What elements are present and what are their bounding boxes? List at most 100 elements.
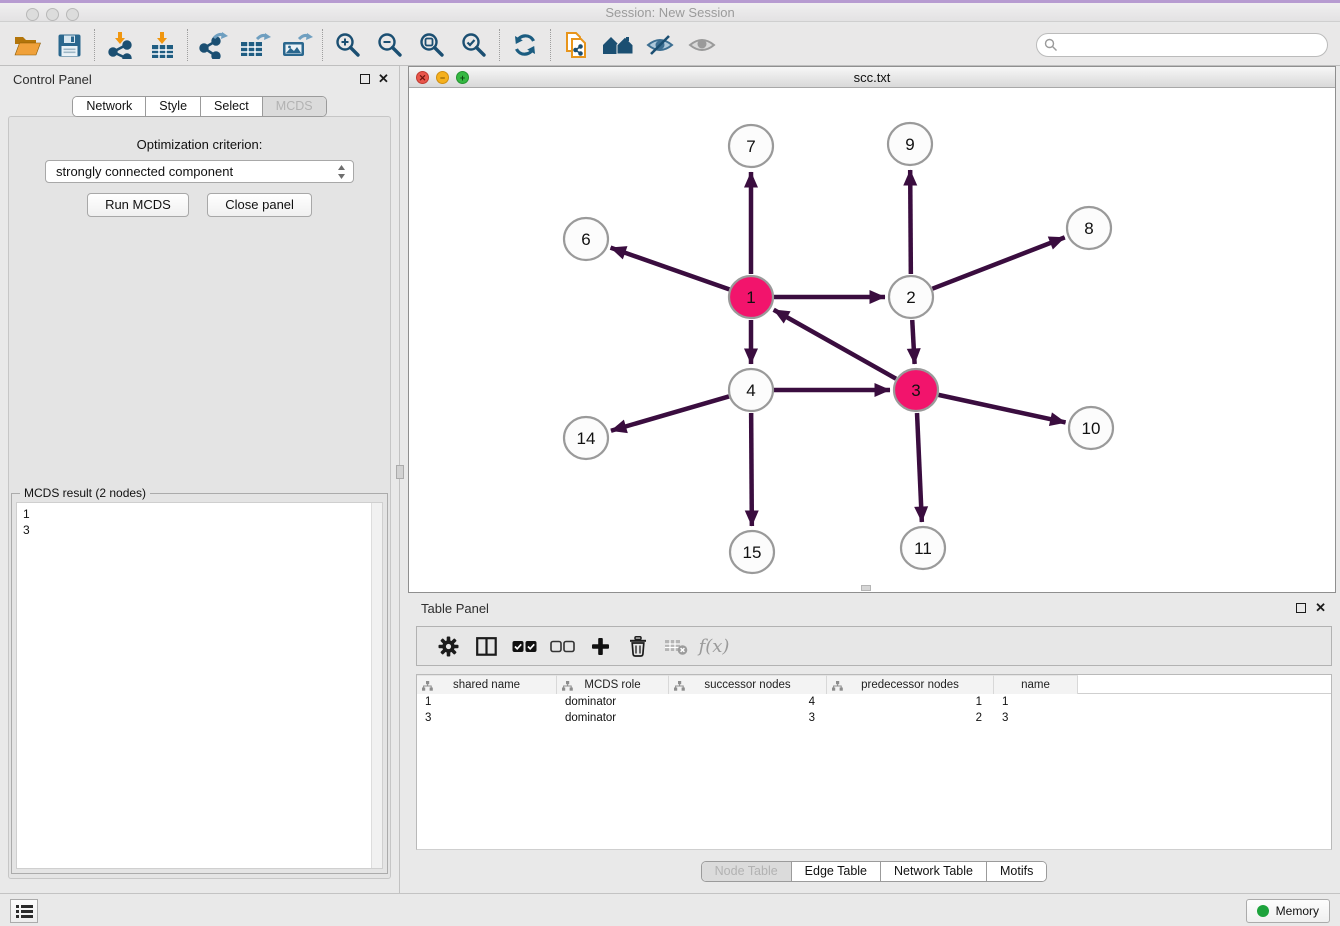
add-row-button[interactable]	[585, 629, 615, 663]
search-field	[1036, 33, 1328, 57]
tab-mcds[interactable]: MCDS	[262, 97, 326, 116]
memory-button[interactable]: Memory	[1246, 899, 1330, 923]
float-table-panel-icon[interactable]	[1296, 603, 1306, 613]
canvas-resize-handle[interactable]	[861, 585, 871, 591]
result-scrollbar[interactable]	[371, 503, 382, 868]
mcds-tab-content: Optimization criterion: strongly connect…	[8, 116, 391, 879]
search-input[interactable]	[1036, 33, 1328, 57]
column-header-shared-name[interactable]: shared name	[417, 675, 557, 694]
zoom-fit-button[interactable]	[415, 28, 449, 62]
column-header-MCDS-role[interactable]: MCDS role	[557, 675, 669, 694]
close-panel-button[interactable]: Close panel	[207, 193, 312, 217]
close-table-panel-icon[interactable]: ✕	[1315, 600, 1326, 616]
graph-node-6[interactable]: 6	[564, 218, 608, 260]
delete-row-button[interactable]	[623, 629, 653, 663]
table-settings-button[interactable]	[433, 629, 463, 663]
network-canvas[interactable]: 1 2 3 4 6 7 8 9 10 11 14 15	[409, 88, 1335, 592]
function-builder-button[interactable]: f(x)	[699, 629, 729, 663]
export-table-button[interactable]	[238, 28, 272, 62]
select-all-button[interactable]	[509, 629, 539, 663]
tab-edge-table[interactable]: Edge Table	[791, 862, 880, 881]
control-panel-title: Control Panel	[13, 72, 92, 87]
table-row[interactable]: 1dominator411	[417, 694, 1331, 710]
tab-network-table[interactable]: Network Table	[880, 862, 986, 881]
graph-edge-4-15[interactable]	[751, 413, 752, 526]
close-panel-icon[interactable]: ✕	[378, 71, 389, 87]
save-session-button[interactable]	[52, 28, 86, 62]
column-tree-icon	[422, 681, 433, 691]
tab-style[interactable]: Style	[145, 97, 200, 116]
graph-edge-3-11[interactable]	[917, 413, 922, 522]
tab-motifs[interactable]: Motifs	[986, 862, 1046, 881]
graph-edge-3-1[interactable]	[774, 310, 896, 379]
zoom-selected-button[interactable]	[457, 28, 491, 62]
column-header-predecessor-nodes[interactable]: predecessor nodes	[827, 675, 994, 694]
show-hidden-button[interactable]	[685, 28, 719, 62]
graph-node-7[interactable]: 7	[729, 125, 773, 167]
graph-node-9[interactable]: 9	[888, 123, 932, 165]
table-cell[interactable]: 1	[827, 694, 994, 710]
table-cell[interactable]: 1	[994, 694, 1078, 710]
zoom-in-button[interactable]	[331, 28, 365, 62]
graph-node-14[interactable]: 14	[564, 417, 608, 459]
graph-edge-2-3[interactable]	[912, 320, 914, 364]
hide-selected-button[interactable]	[643, 28, 677, 62]
export-network-button[interactable]	[196, 28, 230, 62]
graph-edge-1-6[interactable]	[611, 248, 730, 290]
table-cell[interactable]: 2	[827, 710, 994, 726]
tab-select[interactable]: Select	[200, 97, 262, 116]
table-cell[interactable]: 4	[669, 694, 827, 710]
svg-text:14: 14	[577, 429, 596, 448]
criterion-dropdown[interactable]: strongly connected component	[45, 160, 354, 183]
export-table-icon	[239, 32, 271, 59]
table-row[interactable]: 3dominator323	[417, 710, 1331, 726]
delete-table-button[interactable]	[661, 629, 691, 663]
mcds-result-title: MCDS result (2 nodes)	[20, 486, 150, 500]
column-header-name[interactable]: name	[994, 675, 1078, 694]
tab-network[interactable]: Network	[73, 97, 145, 116]
graph-node-11[interactable]: 11	[901, 527, 945, 569]
open-session-button[interactable]	[10, 28, 44, 62]
run-mcds-button[interactable]: Run MCDS	[87, 193, 189, 217]
import-network-button[interactable]	[103, 28, 137, 62]
float-panel-icon[interactable]	[360, 74, 370, 84]
svg-text:6: 6	[581, 230, 590, 249]
graph-edge-4-14[interactable]	[611, 396, 729, 430]
houses-icon	[601, 33, 635, 57]
table-cell[interactable]: 3	[669, 710, 827, 726]
graph-node-3[interactable]: 3	[894, 369, 938, 411]
network-window-title: scc.txt	[409, 70, 1335, 85]
graph-node-8[interactable]: 8	[1067, 207, 1111, 249]
graph-edge-2-8[interactable]	[932, 237, 1064, 288]
first-neighbors-button[interactable]	[601, 28, 635, 62]
graph-edge-2-9[interactable]	[910, 170, 911, 274]
graph-node-4[interactable]: 4	[729, 369, 773, 411]
graph-node-1[interactable]: 1	[729, 276, 773, 318]
column-header-successor-nodes[interactable]: successor nodes	[669, 675, 827, 694]
graph-node-2[interactable]: 2	[889, 276, 933, 318]
svg-text:1: 1	[746, 288, 755, 307]
export-image-button[interactable]	[280, 28, 314, 62]
tab-node-table[interactable]: Node Table	[702, 862, 791, 881]
graph-node-10[interactable]: 10	[1069, 407, 1113, 449]
table-cell[interactable]: 1	[417, 694, 557, 710]
table-cell[interactable]: 3	[994, 710, 1078, 726]
network-window-titlebar[interactable]: ✕ − + scc.txt	[409, 67, 1335, 88]
refresh-button[interactable]	[508, 28, 542, 62]
clone-network-button[interactable]	[559, 28, 593, 62]
refresh-icon	[511, 32, 539, 58]
graph-edge-3-10[interactable]	[938, 395, 1065, 423]
graph-node-15[interactable]: 15	[730, 531, 774, 573]
table-panel: Table Panel ✕	[408, 595, 1340, 893]
task-history-button[interactable]	[10, 899, 38, 923]
table-cell[interactable]: dominator	[557, 694, 669, 710]
unselect-all-button[interactable]	[547, 629, 577, 663]
zoom-out-button[interactable]	[373, 28, 407, 62]
import-table-button[interactable]	[145, 28, 179, 62]
column-browser-button[interactable]	[471, 629, 501, 663]
table-cell[interactable]: 3	[417, 710, 557, 726]
panel-splitter-handle[interactable]	[396, 465, 404, 479]
window-title: Session: New Session	[0, 5, 1340, 20]
table-cell[interactable]: dominator	[557, 710, 669, 726]
svg-text:9: 9	[905, 135, 914, 154]
